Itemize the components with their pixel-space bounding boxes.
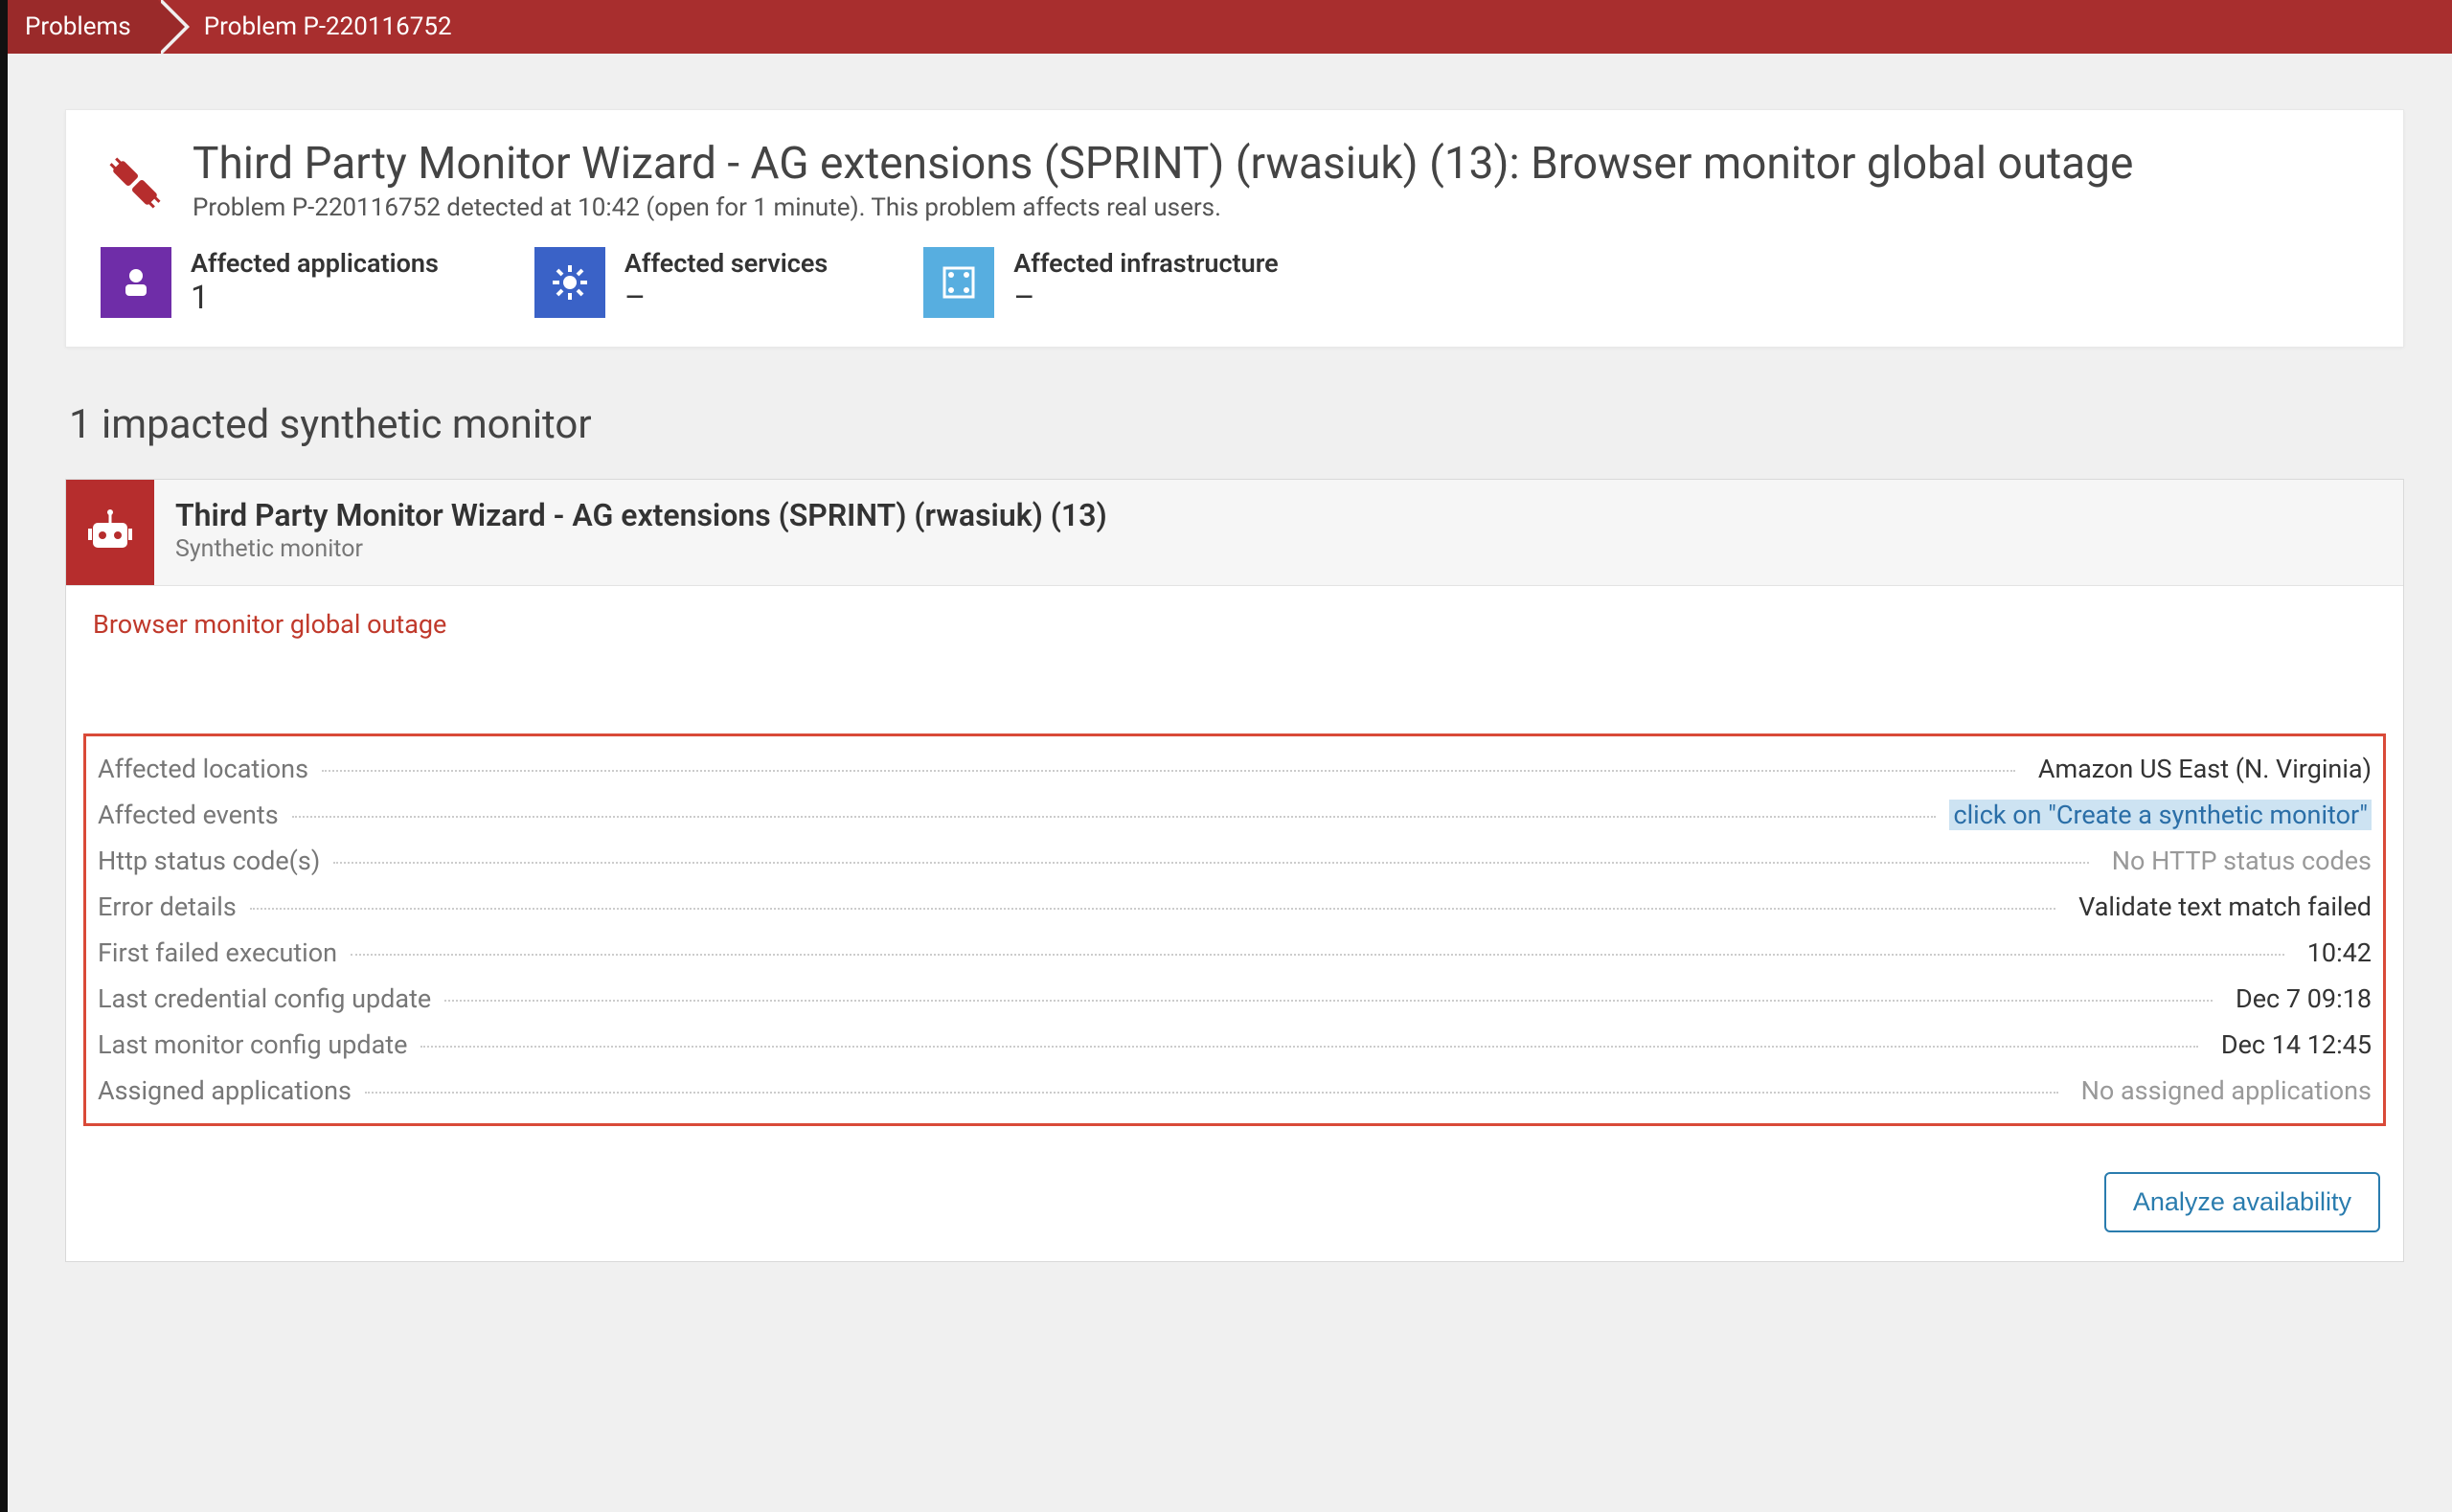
detail-label: Affected locations xyxy=(98,754,308,784)
affected-infrastructure-tile[interactable]: Affected infrastructure – xyxy=(923,247,1278,318)
dotted-separator xyxy=(365,1092,2058,1094)
affected-applications-label: Affected applications xyxy=(191,248,439,279)
dotted-separator xyxy=(351,954,2284,956)
detail-label: Error details xyxy=(98,891,237,922)
synthetic-monitor-panel: Third Party Monitor Wizard - AG extensio… xyxy=(65,479,2404,1262)
detail-value: Dec 7 09:18 xyxy=(2226,983,2372,1014)
impacted-section-title: 1 impacted synthetic monitor xyxy=(69,401,2404,448)
dotted-separator xyxy=(322,770,2015,772)
detail-row-assigned-applications: Assigned applications No assigned applic… xyxy=(94,1068,2375,1114)
problem-title: Third Party Monitor Wizard - AG extensio… xyxy=(193,139,2133,190)
detail-label: Assigned applications xyxy=(98,1075,352,1106)
affected-services-label: Affected services xyxy=(624,248,828,279)
affected-services-value: – xyxy=(624,279,828,317)
affected-infrastructure-value: – xyxy=(1013,279,1278,317)
detail-value: No HTTP status codes xyxy=(2102,846,2372,876)
problem-icon xyxy=(101,148,170,221)
dotted-separator xyxy=(292,816,1937,818)
dotted-separator xyxy=(444,1000,2213,1002)
problem-subtitle: Problem P-220116752 detected at 10:42 (o… xyxy=(193,193,2133,222)
breadcrumb-current[interactable]: Problem P-220116752 xyxy=(158,0,479,54)
detail-label: First failed execution xyxy=(98,937,337,968)
detail-row-first-failed: First failed execution 10:42 xyxy=(94,930,2375,976)
analyze-availability-button[interactable]: Analyze availability xyxy=(2104,1172,2380,1232)
detail-value: No assigned applications xyxy=(2072,1075,2372,1106)
detail-value[interactable]: click on "Create a synthetic monitor" xyxy=(1949,800,2372,830)
detail-label: Last credential config update xyxy=(98,983,431,1014)
window-left-border xyxy=(0,0,8,1512)
detail-row-last-monitor-update: Last monitor config update Dec 14 12:45 xyxy=(94,1022,2375,1068)
dotted-separator xyxy=(333,862,2089,864)
breadcrumb-root-label: Problems xyxy=(25,12,131,41)
monitor-type: Synthetic monitor xyxy=(175,535,1107,563)
detail-row-affected-locations: Affected locations Amazon US East (N. Vi… xyxy=(94,746,2375,792)
detail-row-affected-events: Affected events click on "Create a synth… xyxy=(94,792,2375,838)
applications-icon xyxy=(101,247,171,318)
detail-label: Http status code(s) xyxy=(98,846,320,876)
detail-row-http-status: Http status code(s) No HTTP status codes xyxy=(94,838,2375,884)
affected-applications-tile[interactable]: Affected applications 1 xyxy=(101,247,439,318)
detail-label: Affected events xyxy=(98,800,279,830)
breadcrumb: Problems Problem P-220116752 xyxy=(0,0,2452,54)
breadcrumb-current-label: Problem P-220116752 xyxy=(204,12,452,41)
affected-services-tile[interactable]: Affected services – xyxy=(534,247,828,318)
detail-row-last-credential-update: Last credential config update Dec 7 09:1… xyxy=(94,976,2375,1022)
dotted-separator xyxy=(250,908,2055,910)
detail-label: Last monitor config update xyxy=(98,1029,407,1060)
robot-icon xyxy=(66,480,154,585)
detail-value: Validate text match failed xyxy=(2069,891,2372,922)
detail-value: Amazon US East (N. Virginia) xyxy=(2029,754,2372,784)
detail-value: Dec 14 12:45 xyxy=(2212,1029,2372,1060)
problem-summary-card: Third Party Monitor Wizard - AG extensio… xyxy=(65,109,2404,348)
detail-row-error-details: Error details Validate text match failed xyxy=(94,884,2375,930)
monitor-header[interactable]: Third Party Monitor Wizard - AG extensio… xyxy=(66,480,2403,586)
dotted-separator xyxy=(420,1046,2197,1048)
monitor-title: Third Party Monitor Wizard - AG extensio… xyxy=(175,497,1107,533)
infrastructure-icon xyxy=(923,247,994,318)
detail-value: 10:42 xyxy=(2298,937,2372,968)
affected-infrastructure-label: Affected infrastructure xyxy=(1013,248,1278,279)
monitor-details-box: Affected locations Amazon US East (N. Vi… xyxy=(83,733,2386,1126)
breadcrumb-root[interactable]: Problems xyxy=(8,0,158,54)
monitor-outage-label: Browser monitor global outage xyxy=(66,586,2403,657)
affected-applications-value: 1 xyxy=(191,279,439,317)
services-icon xyxy=(534,247,605,318)
